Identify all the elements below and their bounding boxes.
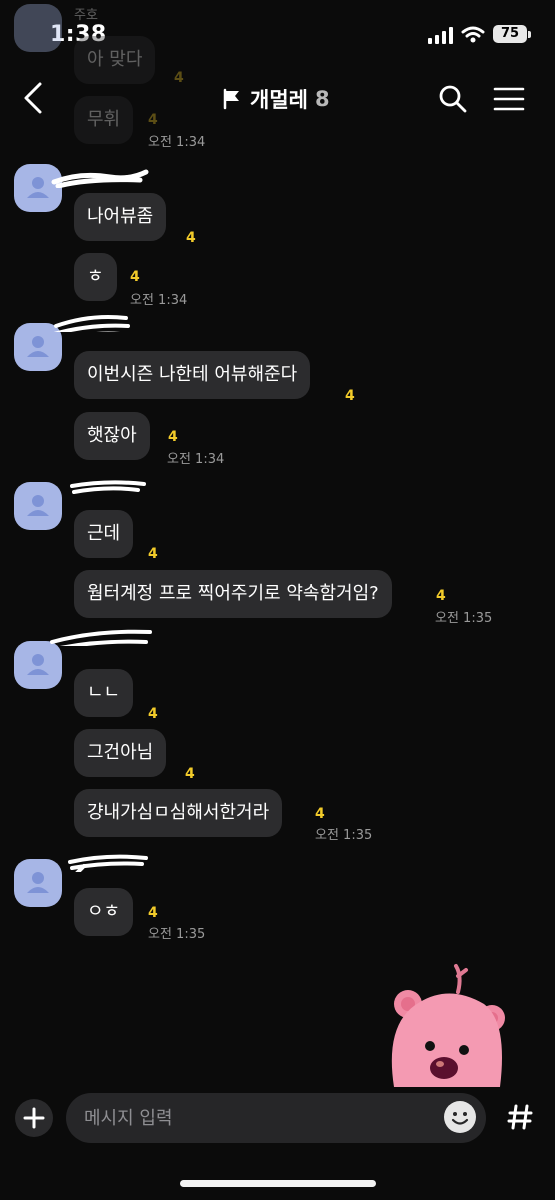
hamburger-menu-icon[interactable]	[492, 82, 526, 116]
message-bubble[interactable]: 무휘	[74, 96, 134, 144]
avatar[interactable]	[14, 641, 62, 689]
hash-icon[interactable]	[500, 1097, 540, 1137]
unread-count: 4	[185, 766, 195, 782]
message-bubble[interactable]: 햇잖아	[74, 412, 150, 460]
message-input-placeholder: 메시지 입력	[84, 1108, 173, 1129]
unread-count: 4	[315, 806, 325, 822]
unread-count: 4	[186, 230, 196, 246]
redacted-name-scribble	[70, 480, 146, 494]
avatar[interactable]	[14, 482, 62, 530]
message-bubble[interactable]: ㅎ	[74, 253, 117, 301]
search-icon[interactable]	[436, 82, 470, 116]
redacted-name-scribble	[68, 854, 148, 872]
message-time: 오전 1:34	[148, 135, 206, 150]
sender-name: 주호	[74, 8, 98, 23]
avatar[interactable]	[14, 859, 62, 907]
flag-icon	[223, 88, 239, 110]
person-icon	[27, 654, 49, 675]
pink-beaver-sticker[interactable]	[380, 962, 510, 1087]
message-time: 오전 1:34	[167, 452, 225, 467]
chat-room-name: 개멀레	[250, 88, 308, 112]
redacted-name-scribble	[51, 169, 149, 188]
person-icon	[27, 495, 49, 516]
message-bubble[interactable]: 그건아님	[74, 729, 167, 777]
unread-count: 4	[130, 269, 140, 285]
unread-count: 4	[174, 70, 184, 86]
message-time: 오전 1:35	[435, 611, 493, 626]
message-bubble[interactable]: 나어뷰좀	[74, 193, 167, 241]
message-bubble[interactable]: 이번시즌 나한테 어뷰해준다	[74, 351, 311, 399]
unread-count: 4	[436, 588, 446, 604]
person-icon	[27, 872, 49, 893]
redacted-name-scribble	[53, 315, 130, 332]
chevron-left-icon[interactable]	[18, 80, 52, 116]
message-time: 오전 1:35	[148, 927, 206, 942]
unread-count: 4	[148, 905, 158, 921]
unread-count: 4	[148, 112, 158, 128]
unread-count: 4	[168, 429, 178, 445]
emoji-icon[interactable]	[443, 1100, 477, 1134]
message-bubble[interactable]: 걍내가심ㅁ심해서한거라	[74, 789, 283, 837]
message-bubble[interactable]: ㄴㄴ	[74, 669, 134, 717]
message-bubble[interactable]: 근데	[74, 510, 134, 558]
message-bubble[interactable]: 웜터계정 프로 찍어주기로 약속함거임?	[74, 570, 392, 618]
avatar	[14, 4, 62, 52]
home-indicator	[180, 1180, 376, 1187]
message-time: 오전 1:35	[315, 828, 373, 843]
chat-title[interactable]: 개멀레 8	[222, 84, 330, 114]
cellular-signal-icon	[428, 27, 453, 44]
message-bubble[interactable]: ㅇㅎ	[74, 888, 134, 936]
redacted-name-scribble	[50, 629, 152, 646]
battery-tip	[528, 31, 531, 38]
message-time: 오전 1:34	[130, 293, 188, 308]
battery-level: 75	[493, 25, 527, 43]
unread-count: 4	[148, 546, 158, 562]
unread-count: 4	[345, 388, 355, 404]
unread-count: 4	[148, 706, 158, 722]
wifi-icon	[461, 26, 485, 43]
member-count: 8	[314, 87, 330, 111]
plus-icon[interactable]	[14, 1098, 54, 1138]
message-bubble[interactable]: 아 맞다	[74, 36, 156, 84]
